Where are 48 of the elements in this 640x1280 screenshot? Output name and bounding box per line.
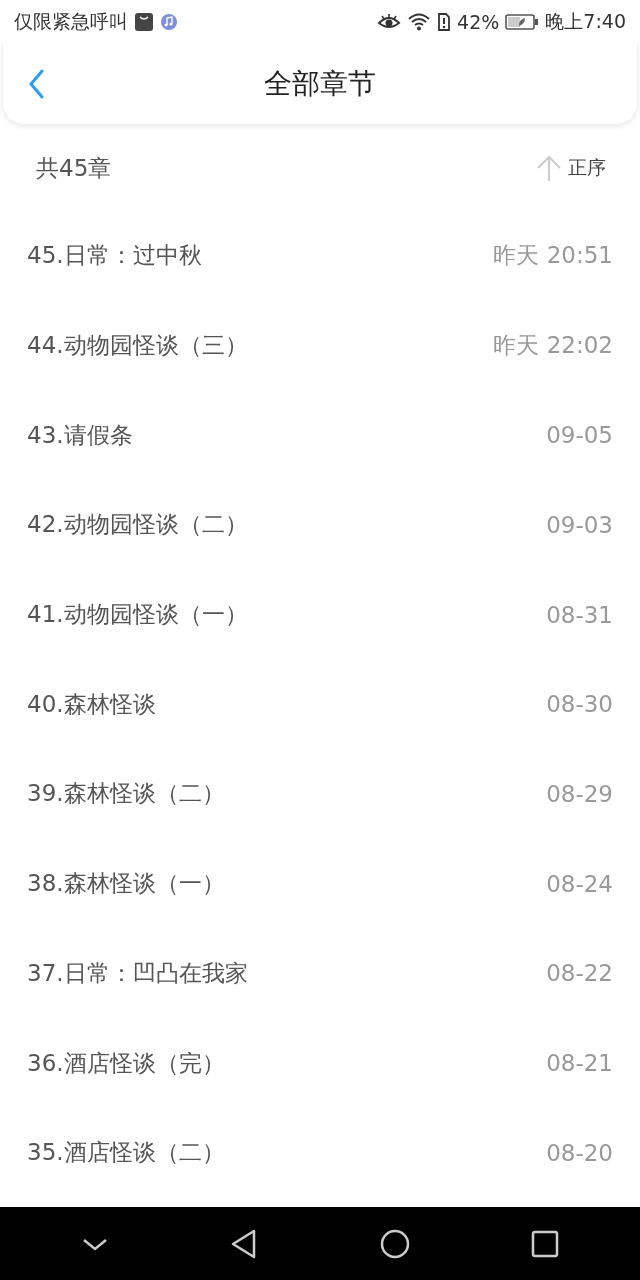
- chapter-item[interactable]: 44.动物园怪谈（三） 昨天 22:02: [0, 300, 640, 391]
- battery-icon: [505, 13, 540, 31]
- chapter-title: 44.动物园怪谈（三）: [27, 331, 248, 361]
- chapter-item[interactable]: 41.动物园怪谈（一） 08-31: [0, 569, 640, 660]
- recents-nav-icon[interactable]: [530, 1228, 561, 1259]
- chapter-title: 38.森林怪谈（一）: [27, 869, 225, 899]
- chapter-date: 08-30: [546, 691, 613, 718]
- chapter-item[interactable]: 42.动物园怪谈（二） 09-03: [0, 480, 640, 570]
- chapter-date: 08-24: [546, 870, 613, 897]
- clock-time: 晚上7:40: [545, 9, 626, 34]
- chapter-title: 36.酒店怪谈（完）: [27, 1048, 225, 1078]
- chapter-date: 09-05: [546, 422, 613, 449]
- chapter-date: 08-29: [546, 780, 613, 807]
- eye-icon: [377, 13, 402, 31]
- chapter-title: 39.森林怪谈（二）: [27, 779, 225, 809]
- chapter-item[interactable]: 36.酒店怪谈（完） 08-21: [0, 1018, 640, 1108]
- sim-alert-icon: [437, 12, 452, 32]
- chapter-title: 43.请假条: [27, 420, 133, 450]
- chapter-count: 共45章: [36, 153, 112, 183]
- chapter-date: 08-31: [546, 601, 613, 628]
- chapter-date: 昨天 22:02: [493, 331, 613, 361]
- chapter-item[interactable]: 35.酒店怪谈（二） 08-20: [0, 1107, 640, 1198]
- chapter-date: 昨天 20:51: [493, 241, 613, 271]
- chapter-title: 35.酒店怪谈（二）: [27, 1138, 225, 1168]
- battery-percent: 42%: [457, 11, 500, 33]
- chapter-date: 08-21: [546, 1050, 613, 1077]
- up-arrow-icon: [536, 154, 562, 182]
- chapter-item[interactable]: 37.日常：凹凸在我家 08-22: [0, 928, 640, 1019]
- sort-button[interactable]: 正序: [536, 154, 606, 182]
- chapter-title: 40.森林怪谈: [27, 689, 156, 719]
- chapter-item[interactable]: 39.森林怪谈（二） 08-29: [0, 749, 640, 839]
- carrier-text: 仅限紧急呼叫: [14, 9, 128, 34]
- music-note-icon: [160, 13, 178, 31]
- wifi-icon: [407, 12, 432, 32]
- chapter-title: 41.动物园怪谈（一）: [27, 600, 248, 630]
- page-title: 全部章节: [264, 66, 376, 102]
- app-icon: [134, 12, 154, 32]
- chapter-item[interactable]: 45.日常：过中秋 昨天 20:51: [0, 211, 640, 301]
- chapter-item[interactable]: 38.森林怪谈（一） 08-24: [0, 838, 640, 929]
- chapter-date: 09-03: [546, 511, 613, 538]
- chapter-item[interactable]: 43.请假条 09-05: [0, 390, 640, 481]
- chapter-date: 08-22: [546, 960, 613, 987]
- chapter-item[interactable]: 40.森林怪谈 08-30: [0, 659, 640, 750]
- chapter-date: 08-20: [546, 1139, 613, 1166]
- home-nav-icon[interactable]: [378, 1227, 411, 1260]
- chapter-title: 37.日常：凹凸在我家: [27, 958, 248, 988]
- chapter-title: 45.日常：过中秋: [27, 241, 202, 271]
- chapter-title: 42.动物园怪谈（二）: [27, 510, 248, 540]
